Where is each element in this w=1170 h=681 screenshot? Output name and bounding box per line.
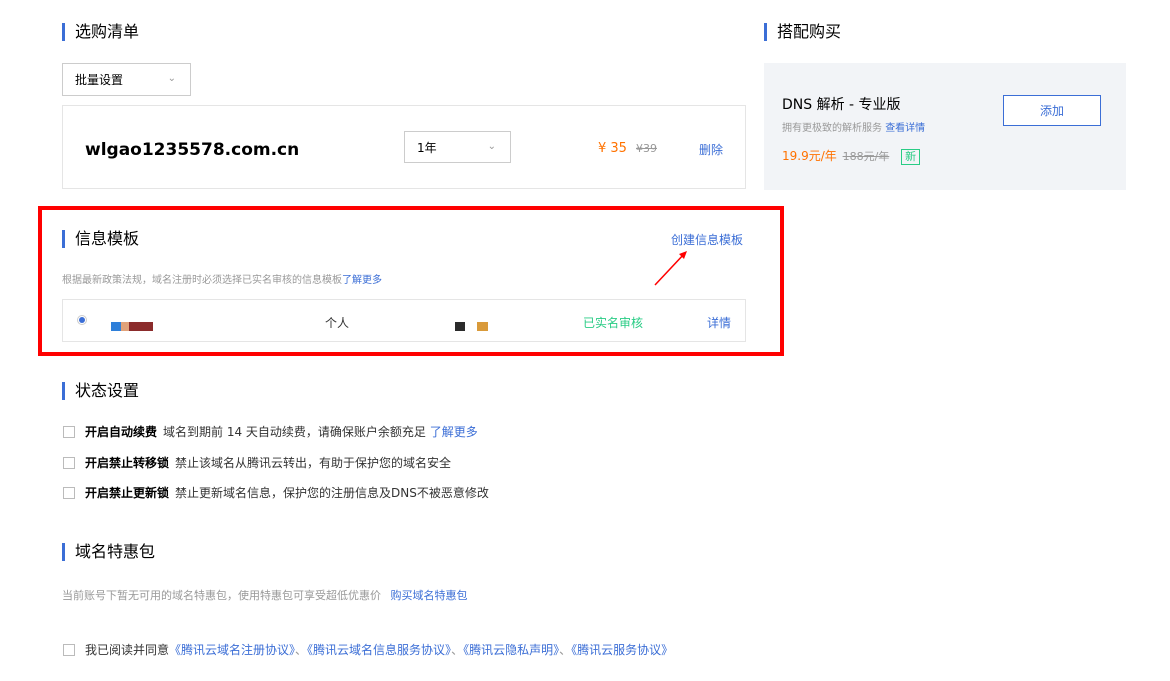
addon-original-price: 188元/年 xyxy=(842,150,890,163)
buy-package-link[interactable]: 购买域名特惠包 xyxy=(391,589,468,602)
package-description: 当前账号下暂无可用的域名特惠包，使用特惠包可享受超低优惠价 购买域名特惠包 xyxy=(62,587,468,603)
arrow-icon xyxy=(654,251,687,286)
period-select[interactable]: 1年 ⌄ xyxy=(404,131,511,163)
agreement-separator: 、 xyxy=(451,643,464,657)
agreement-link-service[interactable]: 《腾讯云服务协议》 xyxy=(571,643,673,657)
auto-renew-desc: 域名到期前 14 天自动续费，请确保账户余额充足 xyxy=(163,425,426,439)
addon-price-line: 19.9元/年 188元/年 新 xyxy=(782,147,921,165)
template-status: 已实名审核 xyxy=(583,316,644,330)
chevron-down-icon: ⌄ xyxy=(487,141,496,152)
template-section-title: 信息模板 xyxy=(62,229,139,248)
agreement-link-info-service[interactable]: 《腾讯云域名信息服务协议》 xyxy=(307,643,451,657)
template-detail-link[interactable]: 详情 xyxy=(707,314,731,331)
item-price: ¥ 35 xyxy=(598,141,627,156)
template-name-redacted xyxy=(111,322,153,331)
add-button[interactable]: 添加 xyxy=(1003,95,1101,126)
template-learn-more-link[interactable]: 了解更多 xyxy=(342,275,382,286)
addon-detail-link[interactable]: 查看详情 xyxy=(885,123,925,134)
transfer-lock-row: 开启禁止转移锁 禁止该域名从腾讯云转出，有助于保护您的域名安全 xyxy=(85,456,451,470)
transfer-lock-desc: 禁止该域名从腾讯云转出，有助于保护您的域名安全 xyxy=(175,456,452,470)
addon-description: 拥有更极致的解析服务 查看详情 xyxy=(782,119,925,134)
addon-card: DNS 解析 - 专业版 拥有更极致的解析服务 查看详情 19.9元/年 188… xyxy=(764,63,1126,190)
domain-name: wlgao1235578.com.cn xyxy=(85,140,300,160)
chevron-down-icon: ⌄ xyxy=(167,73,176,84)
package-section-title: 域名特惠包 xyxy=(62,542,155,561)
batch-settings-select[interactable]: 批量设置 ⌄ xyxy=(62,63,191,96)
item-original-price: ¥39 xyxy=(636,142,657,155)
addon-product-name: DNS 解析 - 专业版 xyxy=(782,97,901,113)
update-lock-row: 开启禁止更新锁 禁止更新域名信息，保护您的注册信息及DNS不被恶意修改 xyxy=(85,486,489,500)
auto-renew-checkbox[interactable] xyxy=(63,426,75,438)
update-lock-checkbox[interactable] xyxy=(63,487,75,499)
new-badge: 新 xyxy=(901,149,921,165)
agreement-prefix: 我已阅读并同意 xyxy=(85,643,170,657)
template-row[interactable]: 个人 已实名审核 详情 xyxy=(62,299,746,342)
auto-renew-row: 开启自动续费 域名到期前 14 天自动续费，请确保账户余额充足 了解更多 xyxy=(85,425,478,439)
agreement-link-privacy[interactable]: 《腾讯云隐私声明》 xyxy=(463,643,559,657)
agreement-checkbox[interactable] xyxy=(63,644,75,656)
transfer-lock-label: 开启禁止转移锁 xyxy=(85,456,170,470)
agreement-separator: 、 xyxy=(295,643,308,657)
template-radio[interactable] xyxy=(77,315,87,325)
agreement-row: 我已阅读并同意《腾讯云域名注册协议》、《腾讯云域名信息服务协议》、《腾讯云隐私声… xyxy=(85,643,673,657)
template-notice-text: 根据最新政策法规，域名注册时必须选择已实名审核的信息模板 xyxy=(62,275,342,286)
template-notice: 根据最新政策法规，域名注册时必须选择已实名审核的信息模板了解更多 xyxy=(62,271,382,286)
template-id-redacted xyxy=(455,322,491,331)
status-section-title: 状态设置 xyxy=(62,381,139,400)
update-lock-label: 开启禁止更新锁 xyxy=(85,486,170,500)
auto-renew-label: 开启自动续费 xyxy=(85,425,158,439)
cart-section-title: 选购清单 xyxy=(62,22,139,41)
package-desc-text: 当前账号下暂无可用的域名特惠包，使用特惠包可享受超低优惠价 xyxy=(62,589,381,602)
create-template-link[interactable]: 创建信息模板 xyxy=(671,231,743,248)
period-label: 1年 xyxy=(417,140,437,155)
delete-link[interactable]: 删除 xyxy=(699,141,723,158)
batch-settings-label: 批量设置 xyxy=(75,73,124,87)
template-type: 个人 xyxy=(325,316,350,330)
update-lock-desc: 禁止更新域名信息，保护您的注册信息及DNS不被恶意修改 xyxy=(175,486,489,500)
transfer-lock-checkbox[interactable] xyxy=(63,457,75,469)
auto-renew-learn-more-link[interactable]: 了解更多 xyxy=(430,425,478,439)
addon-section-title: 搭配购买 xyxy=(764,22,841,41)
agreement-separator: 、 xyxy=(559,643,572,657)
addon-desc-text: 拥有更极致的解析服务 xyxy=(782,123,882,134)
agreement-link-registration[interactable]: 《腾讯云域名注册协议》 xyxy=(169,643,295,657)
addon-price: 19.9元/年 xyxy=(782,149,837,163)
cart-item-row: wlgao1235578.com.cn 1年 ⌄ ¥ 35 ¥39 删除 xyxy=(62,105,746,189)
